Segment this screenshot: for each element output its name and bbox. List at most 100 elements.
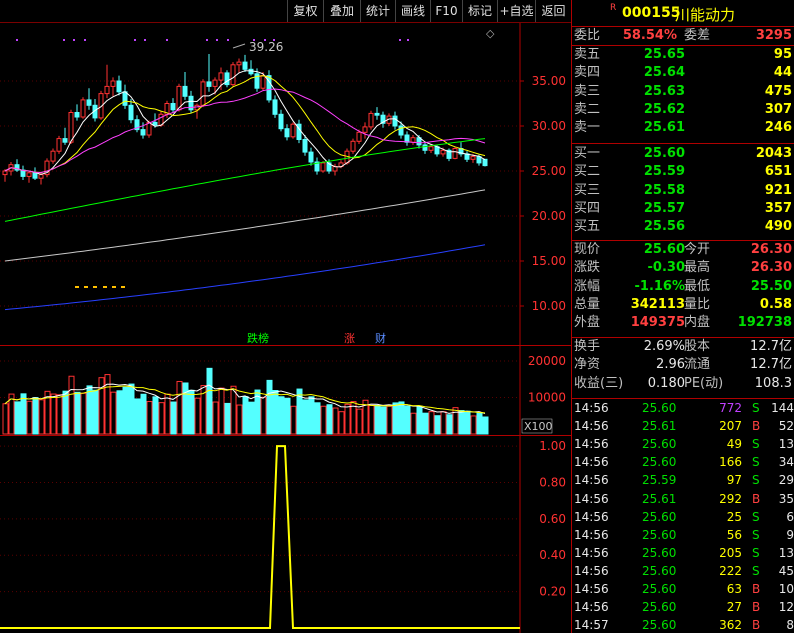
bids-price: 25.57: [643, 200, 685, 216]
event-dot: [93, 286, 97, 288]
divider-bids: [572, 143, 794, 144]
tick-price: 25.60: [642, 401, 677, 415]
volume-bar: [194, 397, 201, 435]
bids-volume: 921: [764, 182, 792, 198]
order-ratio-row: 委比 58.54% 委差 3295: [572, 27, 794, 45]
candle-body: [116, 80, 122, 93]
price-tick-label: 25.00: [532, 164, 566, 178]
candle-body: [260, 75, 266, 89]
candle-body: [242, 61, 248, 70]
volume-bar: [176, 380, 183, 435]
stock-name[interactable]: 川能动力: [675, 4, 735, 25]
asks-row[interactable]: 卖二 25.62 307: [572, 101, 794, 119]
toolbar-button-3[interactable]: 画线: [395, 0, 430, 22]
candle-body: [272, 99, 278, 115]
volume-bar: [416, 405, 423, 435]
bids-volume: 357: [764, 200, 792, 216]
quote-row: 总量 342113 量比 0.58: [572, 296, 794, 314]
candle-body: [410, 137, 416, 143]
volume-bar: [50, 393, 57, 435]
tick-count: 45: [778, 563, 794, 578]
volume-bar: [170, 401, 177, 435]
asks-volume: 44: [773, 65, 792, 81]
candle-body: [182, 85, 188, 97]
volume-bar: [344, 403, 351, 435]
asks-price: 25.64: [643, 65, 685, 81]
asks-volume: 95: [773, 47, 792, 62]
asks-volume: 246: [764, 120, 792, 136]
tick-side: S: [752, 563, 760, 578]
asks-row[interactable]: 卖四 25.64 44: [572, 64, 794, 82]
bids-row[interactable]: 买四 25.57 357: [572, 200, 794, 218]
asks-row[interactable]: 卖三 25.63 475: [572, 83, 794, 101]
volume-bar: [320, 405, 327, 435]
volume-bar: [236, 404, 243, 435]
toolbar-button-6[interactable]: +自选: [497, 0, 535, 22]
bids-row[interactable]: 买三 25.58 921: [572, 182, 794, 200]
volume-bar: [62, 390, 69, 435]
candle-body: [212, 79, 218, 87]
tick-time: 14:56: [574, 563, 609, 578]
candle-body: [218, 72, 224, 81]
asks-price: 25.63: [643, 83, 685, 99]
price-tick-label: 35.00: [532, 74, 566, 88]
volume-bar: [308, 396, 315, 435]
bids-row[interactable]: 买五 25.56 490: [572, 218, 794, 236]
asks-label: 卖二: [574, 101, 601, 117]
tick-volume: 97: [726, 473, 742, 488]
tick-count: 12: [778, 600, 794, 615]
candle-body: [362, 126, 368, 133]
toolbar-button-5[interactable]: 标记: [462, 0, 497, 22]
volume-bar: [386, 405, 393, 435]
tick-time: 14:56: [574, 437, 609, 452]
stats-label-2: 流通: [684, 357, 711, 373]
tick-side: B: [752, 582, 761, 596]
asks-row[interactable]: 卖一 25.61 246: [572, 119, 794, 137]
volume-bar: [38, 399, 45, 435]
bids-price: 25.59: [643, 164, 685, 180]
tick-row: 14:56 25.60 772 S 144: [574, 399, 794, 417]
settings-diamond-icon[interactable]: ◇: [486, 27, 494, 40]
toolbar-button-4[interactable]: F10: [430, 0, 462, 22]
volume-bar: [398, 401, 405, 435]
kline-chart[interactable]: 35.00 30.00 25.00 20.00 15.00 10.00 39.26 跌榜 涨 财 2…: [0, 0, 571, 633]
bids-row[interactable]: 买一 25.60 2043: [572, 145, 794, 163]
tick-price: 25.60: [642, 563, 677, 578]
tick-price: 25.61: [642, 491, 677, 506]
candle-body: [308, 151, 314, 163]
tick-side: B: [752, 600, 761, 615]
candle-body: [32, 172, 38, 179]
toolbar-button-7[interactable]: 返回: [535, 0, 571, 22]
candle-body: [200, 81, 206, 106]
tick-price: 25.60: [642, 618, 677, 633]
candle-body: [428, 146, 434, 151]
asks-row[interactable]: 卖五 25.65 95: [572, 46, 794, 64]
event-dot: [75, 286, 79, 288]
asks-price: 25.62: [643, 101, 685, 117]
tick-count: 8: [786, 618, 794, 633]
bids-label: 买四: [574, 200, 601, 216]
signal-dot: [134, 39, 136, 41]
tick-row: 14:56 25.60 205 S 13: [574, 544, 794, 562]
tick-side: B: [752, 618, 761, 633]
bids-price: 25.58: [643, 182, 685, 198]
stats-label: 收益(三): [574, 375, 624, 391]
asks-price: 25.61: [643, 120, 685, 136]
candle-body: [284, 128, 290, 138]
volume-bar: [32, 397, 39, 435]
max-price-pointer: [232, 43, 246, 49]
price-tick-label: 30.00: [532, 119, 566, 133]
toolbar-button-1[interactable]: 叠加: [323, 0, 360, 22]
toolbar-button-2[interactable]: 统计: [360, 0, 395, 22]
volume-bar: [476, 412, 483, 435]
quote-value-2: 26.30: [750, 260, 792, 276]
candle-body: [2, 170, 8, 176]
volume-bar: [428, 411, 435, 435]
bids-row[interactable]: 买二 25.59 651: [572, 163, 794, 181]
tick-count: 13: [778, 545, 794, 560]
order-ratio-label: 委比: [574, 28, 601, 43]
tick-side: S: [752, 455, 760, 470]
toolbar-button-0[interactable]: 复权: [287, 0, 323, 22]
tick-volume: 63: [726, 582, 742, 596]
bids-label: 买二: [574, 164, 601, 180]
